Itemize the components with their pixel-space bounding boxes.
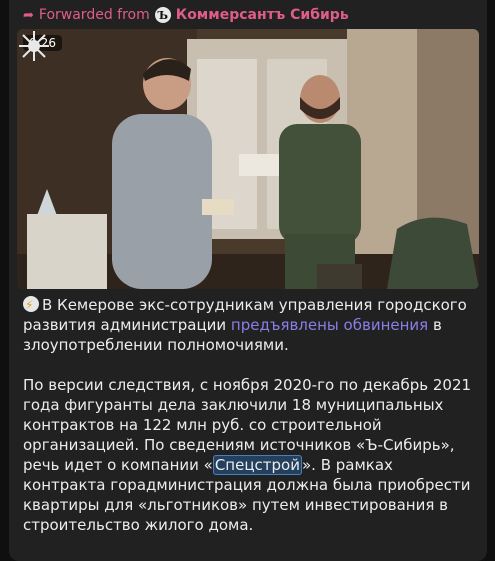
forward-arrow-icon: ➦ [23, 7, 34, 23]
charges-link[interactable]: предъявлены обвинения [231, 316, 428, 334]
video-player[interactable]: 0:26 [17, 29, 479, 289]
channel-avatar-icon[interactable]: Ъ [154, 7, 171, 23]
video-frame [17, 29, 479, 289]
highlighted-company-name[interactable]: Спецстрой [212, 455, 302, 475]
lightning-emoji-icon [23, 295, 39, 315]
investigative-committee-emblem-icon [19, 31, 49, 61]
forwarded-header[interactable]: ➦ Forwarded from Ъ Коммерсантъ Сибирь [23, 5, 349, 25]
channel-name-link[interactable]: Коммерсантъ Сибирь [176, 7, 349, 23]
message-bubble: ➦ Forwarded from Ъ Коммерсантъ Сибирь 0:… [9, 0, 487, 561]
paragraph-2: По версии следствия, с ноября 2020-го по… [23, 375, 479, 535]
forwarded-from-label: Forwarded from [38, 7, 150, 23]
paragraph-1: В Кемерове экс-сотрудникам управления го… [23, 295, 479, 355]
message-text: В Кемерове экс-сотрудникам управления го… [23, 295, 479, 555]
